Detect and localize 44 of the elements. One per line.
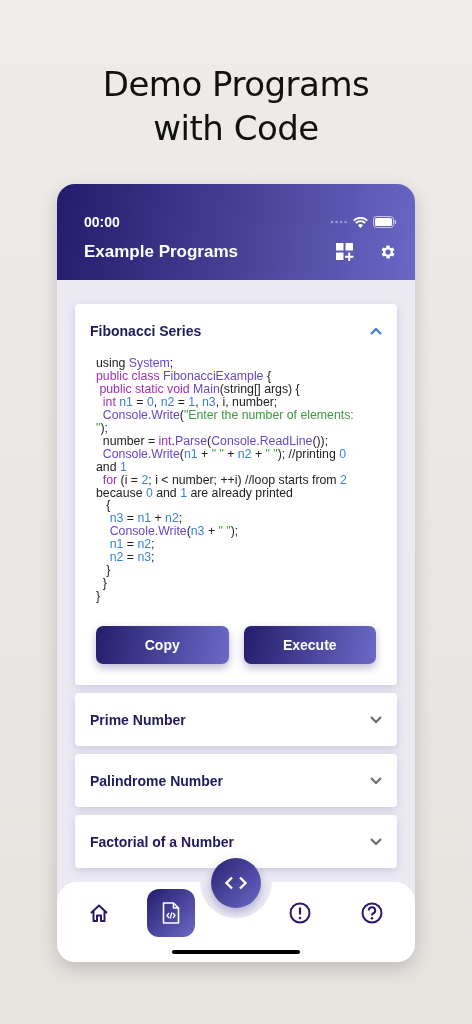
- app-title: Example Programs: [84, 242, 239, 262]
- alert-icon: [289, 902, 311, 924]
- code-line: n2 = n3;: [108, 551, 156, 565]
- copy-button[interactable]: Copy: [96, 626, 229, 665]
- chevron-down-icon: [370, 837, 382, 846]
- code-line: }: [96, 590, 102, 604]
- headline: with Code: [153, 107, 319, 150]
- nav-tab[interactable]: [147, 889, 195, 937]
- code-line: n3 = n1 + n2;: [109, 512, 184, 526]
- code-line: }: [105, 564, 112, 578]
- add-widget-icon[interactable]: [336, 243, 354, 261]
- accordion-header[interactable]: Factorial of a Number: [75, 815, 397, 869]
- chevron-down-icon: [370, 776, 382, 785]
- code-line: public static void Main(string[] args) {: [99, 382, 301, 396]
- code-line: Console.Write("Enter the number of elements:: [101, 408, 355, 422]
- wifi-icon: [353, 216, 368, 228]
- code-icon: [225, 876, 247, 890]
- code-line: Console.Write(n1 + " " + n2 + " "); //printing 0: [101, 447, 348, 461]
- chevron-down-icon: [370, 715, 382, 724]
- code-line: public class FibonacciExample {: [96, 369, 272, 383]
- code-line: because 0 and 1 are already printed: [96, 486, 294, 500]
- code-file-icon: [162, 902, 180, 924]
- code-line: and 1: [96, 460, 128, 474]
- settings-icon[interactable]: [379, 243, 397, 261]
- accordion-header[interactable]: Fibonacci Series: [75, 304, 397, 357]
- code-line: Console.Write(n3 + " ");: [108, 525, 240, 539]
- accordion-header[interactable]: Prime Number: [75, 693, 397, 747]
- code-line: }: [101, 577, 107, 591]
- help-icon: [361, 902, 383, 924]
- code-line: n1 = n2;: [108, 538, 156, 552]
- code-line: ");: [96, 421, 109, 435]
- code-line: int n1 = 0, n2 = 1, n3, i, number;: [102, 395, 278, 409]
- status-time: 00:00: [84, 214, 120, 230]
- headline: Demo Programs: [102, 63, 370, 106]
- battery-icon: [373, 216, 397, 228]
- execute-button[interactable]: Execute: [243, 626, 376, 665]
- code-line: number = int.Parse(Console.ReadLine());: [102, 434, 329, 448]
- code-line: {: [105, 499, 112, 513]
- home-icon: [89, 903, 109, 923]
- signal-icon: [330, 220, 348, 224]
- code-line: for (i = 2; i < number; ++i) //loop starts from 2: [102, 473, 348, 487]
- accordion-header[interactable]: Palindrome Number: [75, 754, 397, 808]
- chevron-up-icon: [370, 326, 382, 335]
- code-line: using System;: [96, 357, 175, 370]
